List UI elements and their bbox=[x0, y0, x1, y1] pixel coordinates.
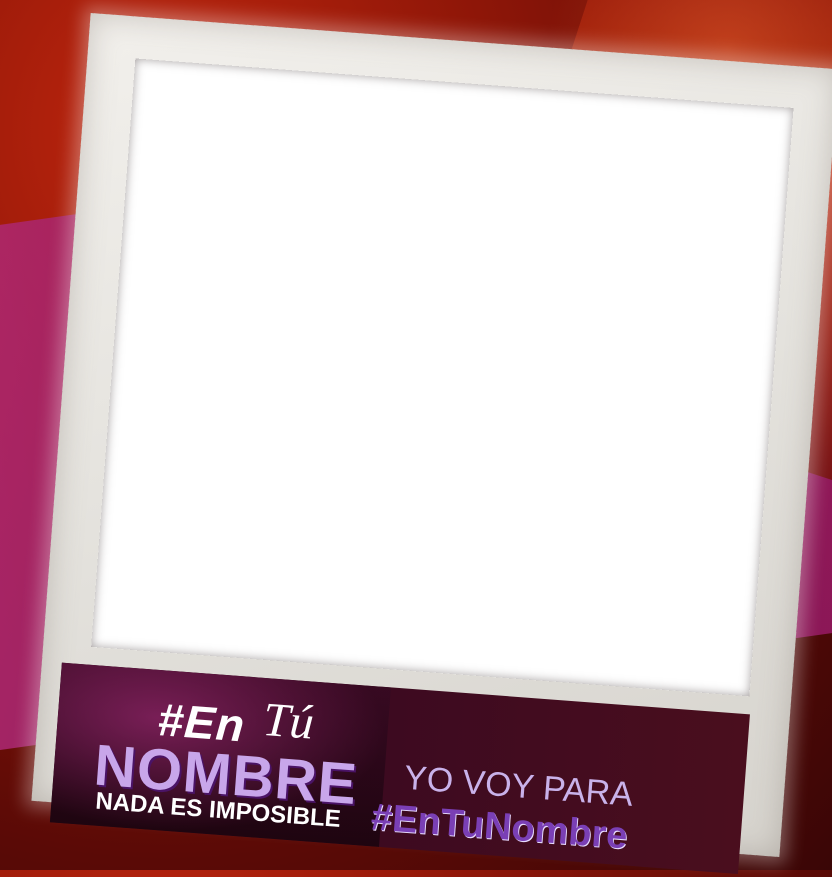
photo-placeholder[interactable] bbox=[91, 58, 794, 697]
logo-tu-text: Tú bbox=[261, 692, 316, 750]
polaroid-frame: #En Tú NOMBRE NADA ES IMPOSIBLE YO VOY P… bbox=[31, 12, 832, 874]
event-banner: #En Tú NOMBRE NADA ES IMPOSIBLE YO VOY P… bbox=[49, 662, 750, 874]
event-logo: #En Tú NOMBRE NADA ES IMPOSIBLE bbox=[49, 662, 391, 847]
